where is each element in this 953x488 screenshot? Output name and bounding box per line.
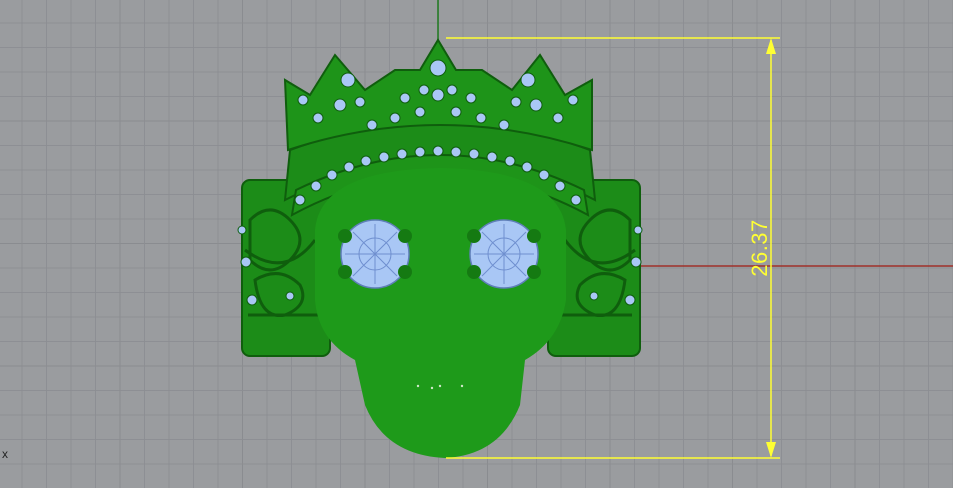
- viewport-scene: [237, 0, 953, 459]
- dimension-arrow-top: [766, 38, 776, 54]
- dimension-arrow-bottom: [766, 442, 776, 458]
- ring-model[interactable]: [237, 38, 643, 458]
- dimension-value[interactable]: 26.37: [747, 219, 773, 277]
- skull-body: [315, 168, 566, 458]
- perspective-viewport[interactable]: 26.37 x: [0, 0, 953, 488]
- axis-label-x: x: [2, 447, 8, 461]
